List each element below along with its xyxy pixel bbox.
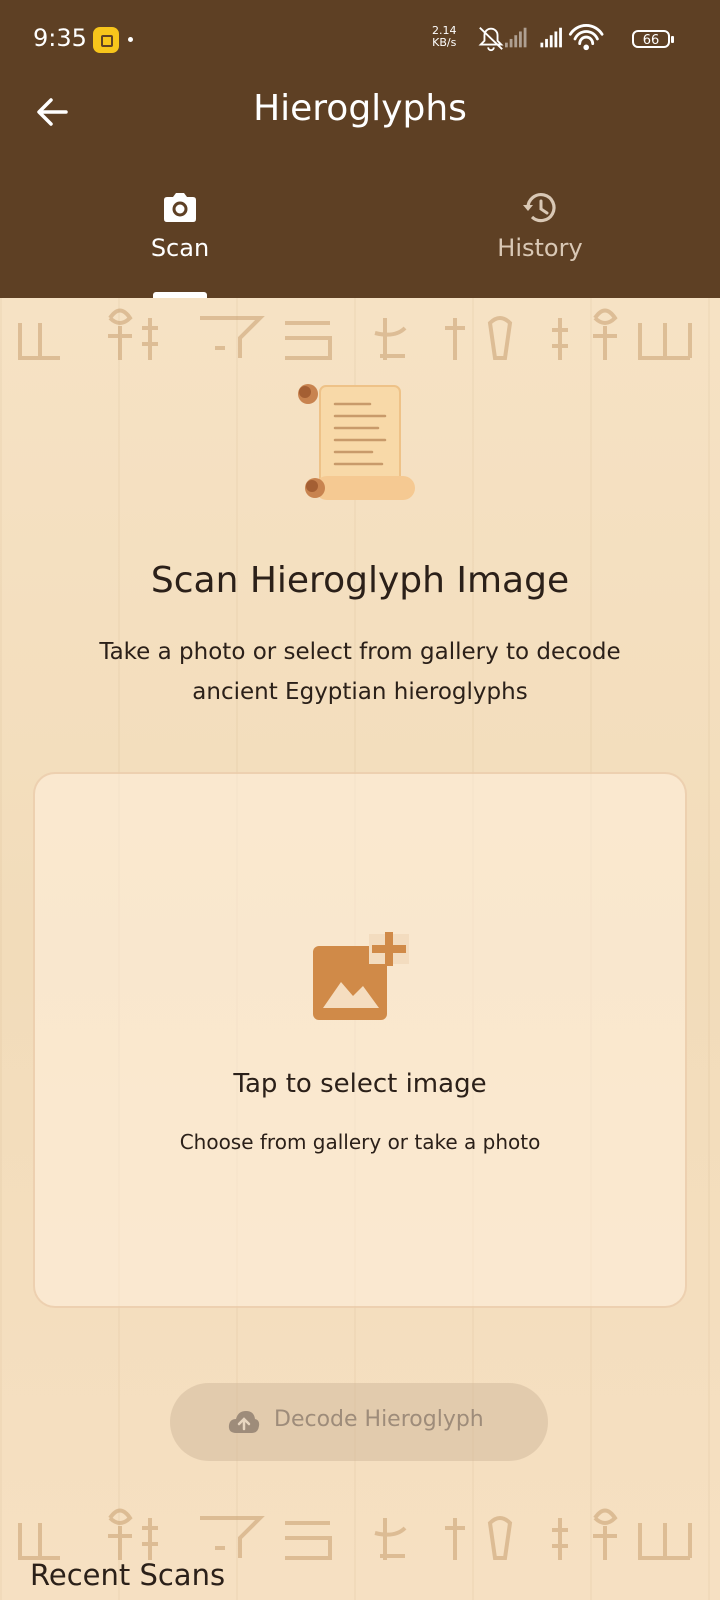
- signal-2-icon: [540, 27, 562, 48]
- network-speed-unit: KB/s: [432, 36, 457, 49]
- page-title: Hieroglyphs: [253, 88, 467, 129]
- scan-heading: Scan Hieroglyph Image: [150, 560, 570, 601]
- notification-dot-icon: [128, 37, 133, 42]
- camera-icon: [164, 193, 196, 222]
- recent-scans-heading: Recent Scans: [30, 1558, 226, 1592]
- image-picker-card[interactable]: Tap to select image Choose from gallery …: [33, 772, 687, 1308]
- hieroglyph-border-top: [18, 308, 692, 360]
- decode-hieroglyph-button[interactable]: Decode Hieroglyph: [170, 1383, 548, 1461]
- status-time: 9:35: [33, 24, 87, 52]
- status-bar: 9:35 2.14 KB/s 66: [0, 0, 720, 80]
- picker-subtitle: Choose from gallery or take a photo: [179, 1130, 541, 1154]
- scan-description: Take a photo or select from gallery to d…: [99, 639, 621, 705]
- notification-app-icon: [93, 27, 119, 53]
- tab-history[interactable]: History: [360, 180, 720, 298]
- tab-history-label: History: [497, 234, 583, 262]
- battery-indicator: 66: [632, 30, 674, 48]
- history-icon: [523, 193, 556, 223]
- picker-title: Tap to select image: [233, 1069, 487, 1099]
- status-icons: [478, 24, 604, 51]
- cloud-upload-icon: [228, 1411, 260, 1433]
- scan-content: Scan Hieroglyph Image Take a photo or se…: [0, 298, 720, 1600]
- app-bar: 9:35 2.14 KB/s 66 Hieroglyphs Scan Histo…: [0, 0, 720, 298]
- muted-bell-icon: [478, 27, 504, 51]
- signal-1-icon: [505, 27, 527, 48]
- network-speed: 2.14 KB/s: [432, 25, 457, 49]
- tab-scan-label: Scan: [150, 234, 210, 262]
- decode-button-label: Decode Hieroglyph: [274, 1407, 484, 1432]
- tab-scan[interactable]: Scan: [0, 180, 360, 298]
- wifi-icon: [568, 24, 604, 51]
- add-photo-icon: [313, 932, 409, 1020]
- papyrus-scroll-icon: [298, 384, 415, 500]
